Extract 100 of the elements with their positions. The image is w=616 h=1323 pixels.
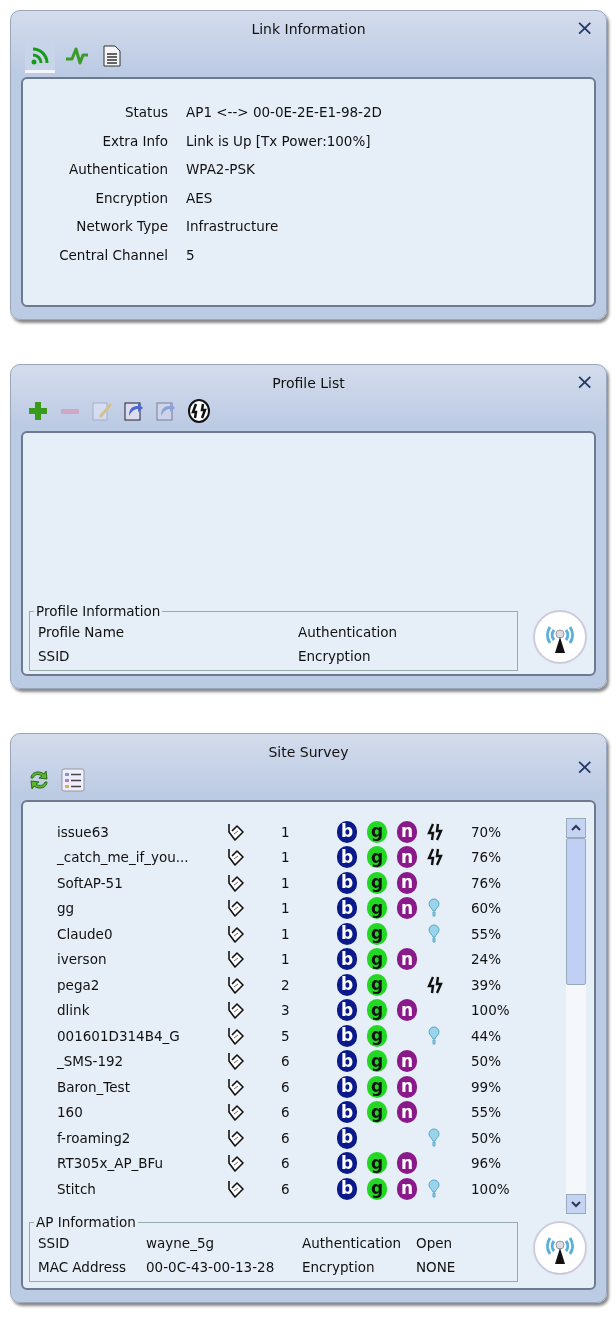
mode-badge: g bbox=[367, 999, 387, 1022]
field-value: 5 bbox=[186, 245, 195, 265]
list-view-button[interactable] bbox=[59, 766, 87, 794]
signal-strength-text: 76% bbox=[471, 874, 502, 891]
ssid-text: dlink bbox=[57, 1002, 91, 1019]
field-label: Profile Name bbox=[38, 624, 126, 640]
mode-badge: n bbox=[397, 948, 417, 971]
network-row[interactable]: pega2 2 b g 39% bbox=[29, 972, 566, 998]
caret-down-icon bbox=[571, 1200, 581, 1208]
signal-strength-text: 55% bbox=[471, 1104, 502, 1121]
ssid-text: iverson bbox=[57, 951, 108, 968]
field-value: Open bbox=[416, 1235, 454, 1251]
mode-badge: b bbox=[337, 1126, 357, 1149]
access-point-icon bbox=[225, 923, 245, 944]
channel-text: 6 bbox=[281, 1078, 291, 1095]
access-point-icon bbox=[225, 821, 245, 842]
ssid-text: Baron_Test bbox=[57, 1078, 131, 1095]
wireless-antenna-button[interactable] bbox=[532, 609, 588, 665]
mode-badge: g bbox=[367, 1101, 387, 1124]
network-row[interactable]: 160 6 b g n 55% bbox=[29, 1099, 566, 1125]
access-point-icon bbox=[225, 872, 245, 893]
signal-strength-text: 50% bbox=[471, 1053, 502, 1070]
mode-badge: b bbox=[337, 922, 357, 945]
close-button[interactable]: × bbox=[573, 756, 596, 778]
document-arrow-icon bbox=[123, 400, 145, 422]
mode-badge: n bbox=[397, 1075, 417, 1098]
field-label: Network Type bbox=[75, 217, 168, 236]
network-row[interactable]: _SMS-192 6 b g n 50% bbox=[29, 1048, 566, 1074]
field-value: AES bbox=[186, 188, 213, 208]
mode-badge: g bbox=[367, 948, 387, 971]
field-value: 00-0C-43-00-13-28 bbox=[146, 1259, 276, 1275]
mode-badge: n bbox=[397, 820, 417, 843]
mode-badge: g bbox=[367, 1177, 387, 1200]
mode-badge: b bbox=[337, 1177, 357, 1200]
field-value: wayne_5g bbox=[146, 1235, 216, 1251]
mode-badge: n bbox=[397, 999, 417, 1022]
ssid-text: 001601D314B4_G bbox=[57, 1027, 181, 1044]
mode-badge: n bbox=[397, 897, 417, 920]
field-label: Encryption bbox=[298, 648, 372, 664]
lightning-icon bbox=[187, 399, 211, 423]
scroll-up-button[interactable] bbox=[566, 818, 586, 838]
field-label: Status bbox=[123, 103, 168, 122]
minus-icon bbox=[61, 408, 79, 414]
network-row[interactable]: gg 1 b g n 60% bbox=[29, 895, 566, 921]
network-row[interactable]: Baron_Test 6 b g n 99% bbox=[29, 1074, 566, 1100]
close-button[interactable]: × bbox=[573, 17, 596, 39]
access-point-icon bbox=[225, 847, 245, 868]
network-row[interactable]: iverson 1 b g n 24% bbox=[29, 946, 566, 972]
field-label: Authentication bbox=[67, 160, 168, 179]
access-point-icon bbox=[225, 1127, 245, 1148]
network-row[interactable]: 001601D314B4_G 5 b g 44% bbox=[29, 1023, 566, 1049]
signal-strength-text: 99% bbox=[471, 1078, 502, 1095]
scroll-thumb[interactable] bbox=[566, 838, 586, 985]
signal-strength-text: 24% bbox=[471, 951, 502, 968]
access-point-icon bbox=[225, 1025, 245, 1046]
channel-text: 1 bbox=[281, 951, 291, 968]
channel-text: 3 bbox=[281, 1002, 291, 1019]
pencil-icon bbox=[91, 400, 113, 422]
network-row[interactable]: dlink 3 b g n 100% bbox=[29, 997, 566, 1023]
mode-badge: n bbox=[397, 1050, 417, 1073]
close-button[interactable]: × bbox=[573, 371, 596, 393]
ssid-text: gg bbox=[57, 900, 76, 917]
wireless-antenna-button[interactable] bbox=[532, 1220, 588, 1276]
group-title: Profile Information bbox=[34, 603, 163, 619]
scrollbar[interactable] bbox=[566, 818, 586, 1214]
field-label: Central Channel bbox=[58, 245, 168, 265]
channel-text: 6 bbox=[281, 1155, 291, 1172]
access-point-icon bbox=[225, 1051, 245, 1072]
field-label: SSID bbox=[38, 1235, 71, 1251]
channel-text: 5 bbox=[281, 1027, 291, 1044]
mode-badge: b bbox=[337, 999, 357, 1022]
panel-title: Link Information bbox=[251, 20, 366, 37]
signal-strength-text: 55% bbox=[471, 925, 502, 942]
network-row[interactable]: Stitch 6 b g n 100% bbox=[29, 1176, 566, 1202]
mode-badge: b bbox=[337, 1050, 357, 1073]
document-arrow-icon bbox=[155, 400, 177, 422]
network-row[interactable]: f-roaming2 6 b 50% bbox=[29, 1125, 566, 1151]
channel-text: 6 bbox=[281, 1180, 291, 1197]
field-label: MAC Address bbox=[38, 1259, 128, 1275]
field-value: NONE bbox=[416, 1259, 457, 1275]
network-row[interactable]: SoftAP-51 1 b g n 76% bbox=[29, 870, 566, 896]
signal-strength-text: 39% bbox=[471, 976, 502, 993]
network-row[interactable]: RT305x_AP_BFu 6 b g n 96% bbox=[29, 1150, 566, 1176]
signal-strength-text: 96% bbox=[471, 1155, 502, 1172]
activate-button[interactable] bbox=[185, 397, 213, 425]
mode-badge: g bbox=[367, 1024, 387, 1047]
channel-text: 1 bbox=[281, 849, 291, 866]
mode-badge: b bbox=[337, 1024, 357, 1047]
network-row[interactable]: Claude0 1 b g 55% bbox=[29, 921, 566, 947]
mode-badge: n bbox=[397, 1101, 417, 1124]
mode-badge: n bbox=[397, 1152, 417, 1175]
mode-badge: g bbox=[367, 1050, 387, 1073]
mode-badge: n bbox=[397, 846, 417, 869]
mode-badge: g bbox=[367, 1075, 387, 1098]
scroll-down-button[interactable] bbox=[566, 1194, 586, 1214]
ssid-text: Claude0 bbox=[57, 925, 114, 942]
mode-badge: b bbox=[337, 846, 357, 869]
network-row[interactable]: _catch_me_if_you... 1 b g n 76% bbox=[29, 844, 566, 870]
network-row[interactable]: issue63 1 b g n 70% bbox=[29, 819, 566, 845]
mode-badge: g bbox=[367, 820, 387, 843]
